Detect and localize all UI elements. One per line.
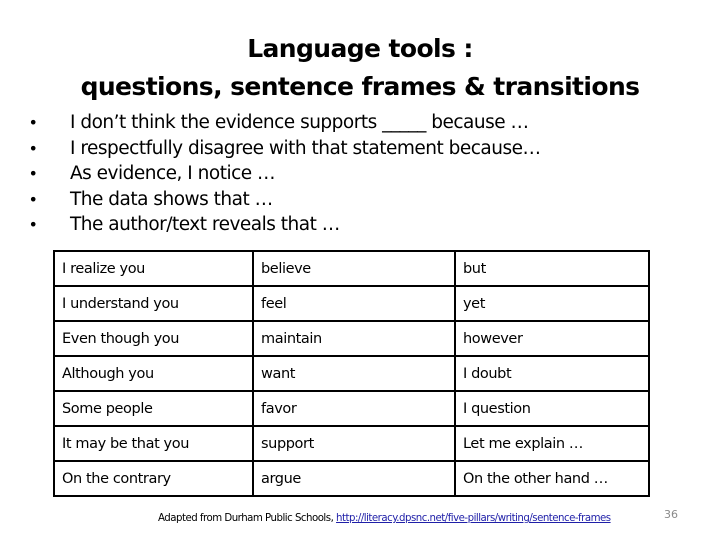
table-cell-verb: support: [252, 425, 456, 462]
table-cell-transition: I doubt: [454, 355, 650, 392]
table-row: I realize you believe but: [53, 250, 650, 287]
table-cell-starter: Some people: [53, 390, 254, 427]
table-cell-starter: It may be that you: [53, 425, 254, 462]
table-cell-transition: Let me explain …: [454, 425, 650, 462]
table-cell-transition: yet: [454, 285, 650, 322]
table-row: Although you want I doubt: [53, 355, 650, 392]
list-item: • The data shows that …: [26, 187, 540, 213]
table-cell-verb: feel: [252, 285, 456, 322]
table-cell-verb: argue: [252, 460, 456, 497]
list-item-text: I respectfully disagree with that statem…: [70, 137, 541, 159]
list-item-text: The data shows that …: [70, 188, 273, 210]
slide-title: Language tools : questions, sentence fra…: [0, 30, 720, 106]
sentence-starter-list: • I don’t think the evidence supports ___…: [26, 110, 541, 238]
table-row: I understand you feel yet: [53, 285, 650, 322]
bullet-icon: •: [28, 113, 38, 132]
list-item-text: The author/text reveals that …: [70, 214, 340, 235]
bullet-icon: •: [28, 138, 38, 158]
list-item: • As evidence, I notice …: [26, 161, 540, 187]
table-row: It may be that you support Let me explai…: [53, 425, 650, 462]
table-cell-verb: believe: [252, 250, 456, 287]
table-cell-transition: however: [454, 320, 650, 357]
table-cell-starter: Although you: [53, 355, 254, 392]
table-row: On the contrary argue On the other hand …: [53, 460, 650, 497]
title-line-1: Language tools :: [247, 34, 473, 63]
bullet-icon: •: [28, 215, 38, 234]
attribution-text: Adapted from Durham Public Schools,: [158, 513, 337, 524]
table-cell-transition: I question: [454, 390, 650, 427]
sentence-frames-table: I realize you believe but I understand y…: [53, 250, 650, 497]
table-cell-starter: On the contrary: [53, 460, 254, 497]
list-item: • The author/text reveals that …: [26, 212, 540, 238]
list-item-text: As evidence, I notice …: [70, 163, 276, 184]
source-link[interactable]: http://literacy.dpsnc.net/five-pillars/w…: [336, 513, 611, 524]
list-item: • I don’t think the evidence supports ___…: [26, 110, 540, 136]
page-number: 36: [664, 508, 678, 521]
bullet-icon: •: [28, 164, 38, 183]
table-cell-verb: maintain: [252, 320, 456, 357]
table-row: Some people favor I question: [53, 390, 650, 427]
bullet-icon: •: [28, 189, 38, 209]
table-cell-transition: but: [454, 250, 650, 287]
table-cell-transition: On the other hand …: [454, 460, 650, 497]
table-cell-starter: I realize you: [53, 250, 254, 287]
table-cell-verb: favor: [252, 390, 456, 427]
title-line-2: questions, sentence frames & transitions: [80, 72, 640, 101]
source-attribution: Adapted from Durham Public Schools, http…: [158, 513, 611, 524]
table-cell-starter: Even though you: [53, 320, 254, 357]
table-cell-verb: want: [252, 355, 456, 392]
list-item-text: I don’t think the evidence supports ____…: [70, 112, 529, 133]
table-cell-starter: I understand you: [53, 285, 254, 322]
table-row: Even though you maintain however: [53, 320, 650, 357]
list-item: • I respectfully disagree with that state…: [26, 136, 541, 162]
